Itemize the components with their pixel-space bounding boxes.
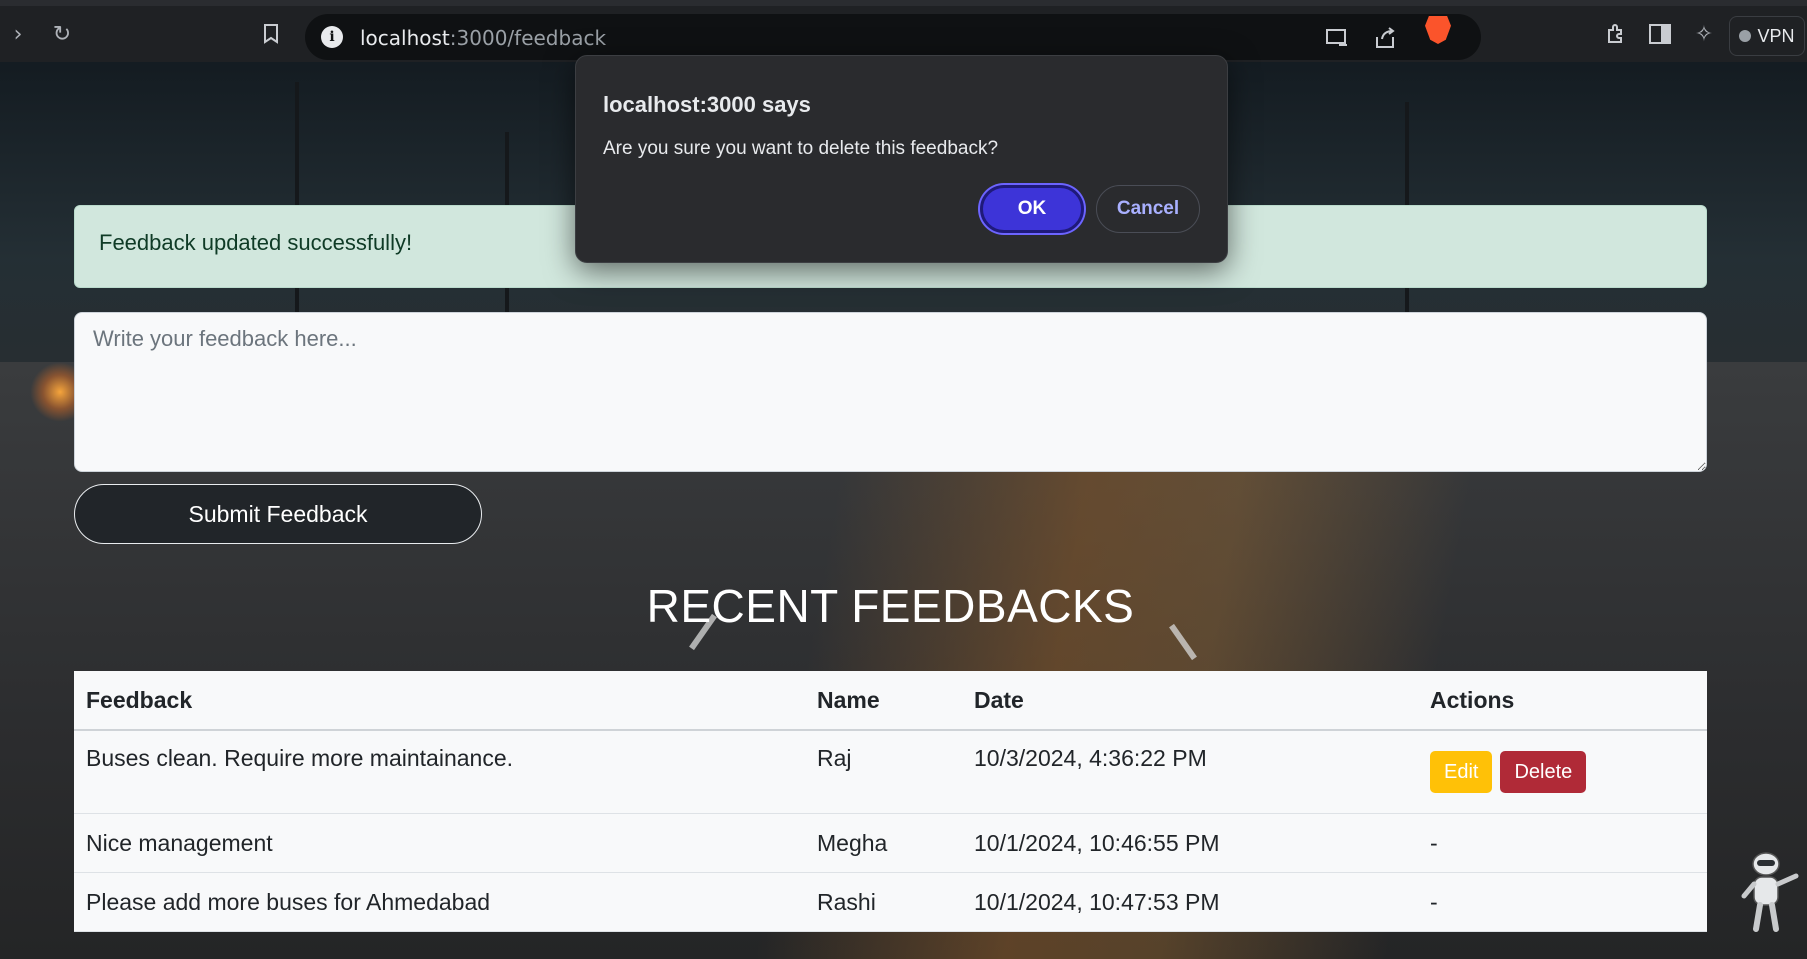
address-bar[interactable]: i localhost:3000/feedback [305, 14, 1481, 60]
edit-button[interactable]: Edit [1430, 751, 1493, 793]
cell-name: Raj [805, 730, 962, 814]
table-row: Buses clean. Require more maintainance. … [74, 730, 1707, 814]
header-actions: Actions [1418, 671, 1707, 731]
table-header-row: Feedback Name Date Actions [74, 671, 1707, 731]
sidebar-icon[interactable] [1646, 20, 1674, 48]
reload-icon[interactable]: ↻ [48, 20, 76, 48]
cell-date: 10/1/2024, 10:47:53 PM [962, 872, 1418, 932]
cell-date: 10/1/2024, 10:46:55 PM [962, 813, 1418, 873]
url-text[interactable]: localhost:3000/feedback [360, 26, 606, 50]
header-name: Name [805, 671, 962, 731]
table-row: Nice management Megha 10/1/2024, 10:46:5… [74, 813, 1707, 873]
cell-date: 10/3/2024, 4:36:22 PM [962, 730, 1418, 814]
table-row: Please add more buses for Ahmedabad Rash… [74, 872, 1707, 932]
browser-toolbar: › ↻ i localhost:3000/feedback ✧ VPN [0, 0, 1807, 62]
cancel-button[interactable]: Cancel [1096, 185, 1200, 233]
url-path: :3000/feedback [449, 26, 607, 50]
cell-feedback: Please add more buses for Ahmedabad [74, 872, 805, 932]
delete-button[interactable]: Delete [1500, 751, 1587, 793]
cell-actions: - [1418, 813, 1707, 873]
dialog-title: localhost:3000 says [603, 92, 811, 117]
share-icon[interactable] [1371, 24, 1399, 52]
cell-feedback: Nice management [74, 813, 805, 873]
dialog-message: Are you sure you want to delete this fee… [603, 138, 999, 159]
chatbot-robot-icon[interactable] [1732, 850, 1802, 936]
ok-button[interactable]: OK [980, 185, 1084, 233]
cell-feedback: Buses clean. Require more maintainance. [74, 730, 805, 814]
confirm-dialog: localhost:3000 says Are you sure you wan… [575, 55, 1228, 263]
cast-icon[interactable] [1323, 24, 1351, 52]
vpn-label: VPN [1757, 25, 1795, 46]
header-feedback: Feedback [74, 671, 805, 731]
submit-feedback-button[interactable]: Submit Feedback [74, 484, 482, 544]
leo-ai-icon[interactable]: ✧ [1690, 20, 1718, 48]
cell-name: Rashi [805, 872, 962, 932]
vpn-status-icon [1739, 30, 1752, 42]
vpn-button[interactable]: VPN [1729, 16, 1805, 56]
alert-message: Feedback updated successfully! [99, 230, 413, 255]
recent-feedbacks-heading: RECENT FEEDBACKS [646, 580, 1135, 632]
url-host: localhost [360, 26, 450, 50]
cell-actions: - [1418, 872, 1707, 932]
feedback-textarea[interactable] [74, 312, 1707, 472]
chevron-right-icon[interactable]: › [4, 20, 32, 48]
extensions-icon[interactable] [1602, 20, 1630, 48]
bookmark-icon[interactable] [257, 20, 285, 48]
cell-actions: Edit Delete [1418, 730, 1707, 814]
header-date: Date [962, 671, 1418, 731]
info-icon[interactable]: i [321, 26, 343, 48]
cell-name: Megha [805, 813, 962, 873]
feedback-table: Feedback Name Date Actions Buses clean. … [74, 671, 1707, 932]
